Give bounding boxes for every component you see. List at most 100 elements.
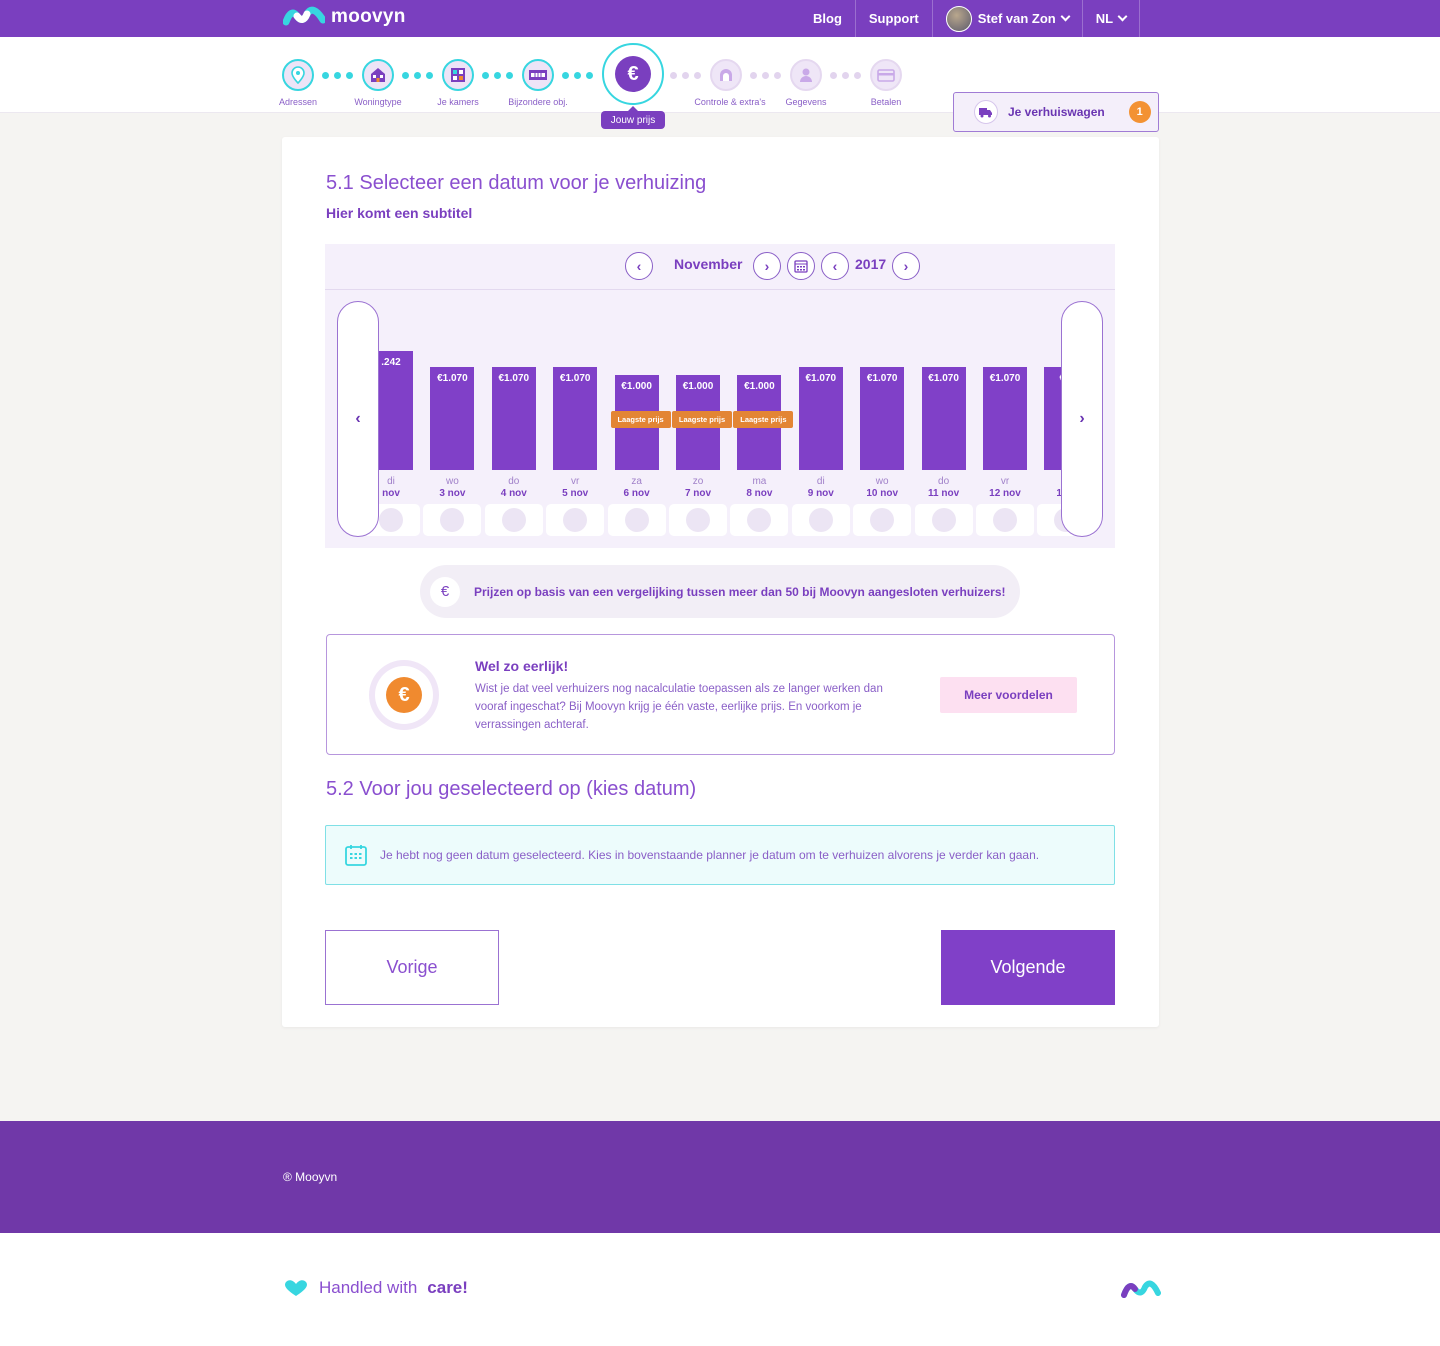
date-radio[interactable] <box>423 504 482 536</box>
step-controle[interactable] <box>710 59 742 91</box>
previous-button[interactable]: Vorige <box>325 930 499 1005</box>
planner-year: 2017 <box>855 256 887 272</box>
date-radio[interactable] <box>669 504 727 536</box>
step-connector <box>750 72 781 79</box>
date-radio[interactable] <box>914 504 973 536</box>
step-betalen[interactable] <box>870 59 902 91</box>
section-title-5-2: 5.2 Voor jou geselecteerd op (kies datum… <box>326 778 697 800</box>
tunnel-icon <box>720 69 732 81</box>
price-bar[interactable]: €1.070 <box>983 367 1027 470</box>
user-menu[interactable]: Stef van Zon <box>933 0 1083 37</box>
house-icon <box>371 68 385 82</box>
date-column[interactable]: €1.070 wo 10 nov <box>853 290 912 548</box>
chevron-left-icon: ‹ <box>636 258 642 274</box>
step-jouw-prijs[interactable]: € <box>602 43 664 105</box>
moovyn-logo[interactable]: moovyn <box>283 6 406 28</box>
next-month-button[interactable]: › <box>753 252 781 280</box>
date-radio[interactable] <box>791 504 850 536</box>
step-gegevens[interactable] <box>790 59 822 91</box>
date-column[interactable]: €1.000 Laagste prijs zo 7 nov <box>669 290 732 548</box>
date-column[interactable]: €1.000 Laagste prijs za 6 nov <box>607 290 671 548</box>
step-woningtype[interactable] <box>362 59 394 91</box>
step-bijzondere-obj[interactable] <box>522 59 554 91</box>
date-radio[interactable] <box>853 504 912 536</box>
radio-circle <box>624 508 649 532</box>
date-column[interactable]: €1.070 do 11 nov <box>914 290 973 548</box>
price-bar[interactable]: €1.070 <box>860 367 905 470</box>
language-selector[interactable]: NL <box>1083 0 1141 37</box>
step-label-betalen: Betalen <box>870 97 902 107</box>
next-year-button[interactable]: › <box>892 252 920 280</box>
prev-year-button[interactable]: ‹ <box>821 252 849 280</box>
price-bar[interactable]: €1.070 <box>798 367 843 470</box>
moovyn-logo-icon <box>283 6 325 26</box>
scroll-left-button[interactable]: ‹ <box>337 301 379 537</box>
price-bar[interactable]: €1.070 <box>491 367 536 470</box>
date-radio[interactable] <box>730 504 789 536</box>
step-adressen[interactable] <box>282 59 314 91</box>
step-connector <box>562 72 593 79</box>
date-radio[interactable] <box>546 504 605 536</box>
price-bar[interactable]: €1.070 <box>430 367 475 470</box>
fair-price-panel: € Wel zo eerlijk! Wist je dat veel verhu… <box>326 634 1115 755</box>
chevron-left-icon: ‹ <box>355 410 361 427</box>
next-button[interactable]: Volgende <box>941 930 1115 1005</box>
radio-circle <box>379 508 403 532</box>
day-name: wo <box>875 476 889 487</box>
location-pin-icon <box>291 66 305 84</box>
euro-icon: € <box>430 576 460 607</box>
date-radio[interactable] <box>484 504 543 536</box>
prev-month-button[interactable]: ‹ <box>625 252 653 280</box>
tagline-text: Handled with <box>319 1278 418 1297</box>
nav-blog[interactable]: Blog <box>800 0 856 37</box>
date-radio[interactable] <box>976 504 1034 536</box>
user-icon <box>800 68 812 82</box>
day-name: wo <box>445 476 459 487</box>
date-radio[interactable] <box>607 504 666 536</box>
chevron-right-icon: › <box>903 258 909 274</box>
chevron-down-icon <box>1117 11 1128 22</box>
date-column[interactable]: €1.000 Laagste prijs ma 8 nov <box>730 290 794 548</box>
moovyn-small-logo[interactable] <box>1121 1280 1161 1305</box>
moovyn-logo-icon <box>1121 1280 1161 1298</box>
chevron-right-icon: › <box>1079 410 1085 427</box>
price-label: €1.070 <box>866 373 898 384</box>
radio-circle <box>563 508 588 532</box>
bottom-bar: Handled with care! <box>0 1233 1440 1346</box>
meer-voordelen-button[interactable]: Meer voordelen <box>940 677 1077 713</box>
date-column[interactable]: €1.070 di 9 nov <box>791 290 850 548</box>
price-label: €1.000 <box>744 381 775 392</box>
calendar-button[interactable] <box>787 252 815 280</box>
chevron-down-icon <box>1060 11 1071 22</box>
euro-coin-icon: € <box>369 660 439 730</box>
step-label-adressen: Adressen <box>278 97 318 107</box>
euro-icon: € <box>615 56 651 92</box>
rooms-icon <box>451 68 465 82</box>
chevron-left-icon: ‹ <box>832 258 838 274</box>
price-bars: .242 di nov €1.070 wo 3 nov €1.070 do 4 nov €1.07… <box>325 290 1115 548</box>
step-je-kamers[interactable] <box>442 59 474 91</box>
date-column[interactable]: €1.070 do 4 nov <box>484 290 543 548</box>
price-bar[interactable]: €1.000 Laagste prijs <box>733 375 794 470</box>
planner-header: ‹ November › ‹ 2017 › <box>325 244 1115 290</box>
no-date-notice: Je hebt nog geen datum geselecteerd. Kie… <box>325 825 1115 885</box>
verhuiswagen-button[interactable]: Je verhuiswagen 1 <box>953 92 1159 132</box>
day-name: ma <box>752 476 767 487</box>
verhuiswagen-count-badge: 1 <box>1128 101 1151 123</box>
scroll-right-button[interactable]: › <box>1061 301 1103 537</box>
price-bar[interactable]: €1.070 <box>553 367 598 470</box>
date-column[interactable]: €1.070 vr 5 nov <box>546 290 605 548</box>
price-bar[interactable]: €1.070 <box>921 367 966 470</box>
price-bar[interactable]: €1.000 Laagste prijs <box>672 375 732 470</box>
section-title-5-1: 5.1 Selecteer een datum voor je verhuizi… <box>326 172 707 194</box>
price-bar[interactable]: €1.000 Laagste prijs <box>610 375 671 470</box>
brand-name: moovyn <box>331 6 406 27</box>
heart-icon <box>285 1280 307 1296</box>
day-name: zo <box>692 476 704 487</box>
radio-circle <box>501 508 526 532</box>
nav-support[interactable]: Support <box>856 0 933 37</box>
step-label-controle: Controle & extra's <box>694 97 766 107</box>
date-column[interactable]: €1.070 vr 12 nov <box>976 290 1034 548</box>
day-name: vr <box>571 476 580 487</box>
date-column[interactable]: €1.070 wo 3 nov <box>423 290 482 548</box>
